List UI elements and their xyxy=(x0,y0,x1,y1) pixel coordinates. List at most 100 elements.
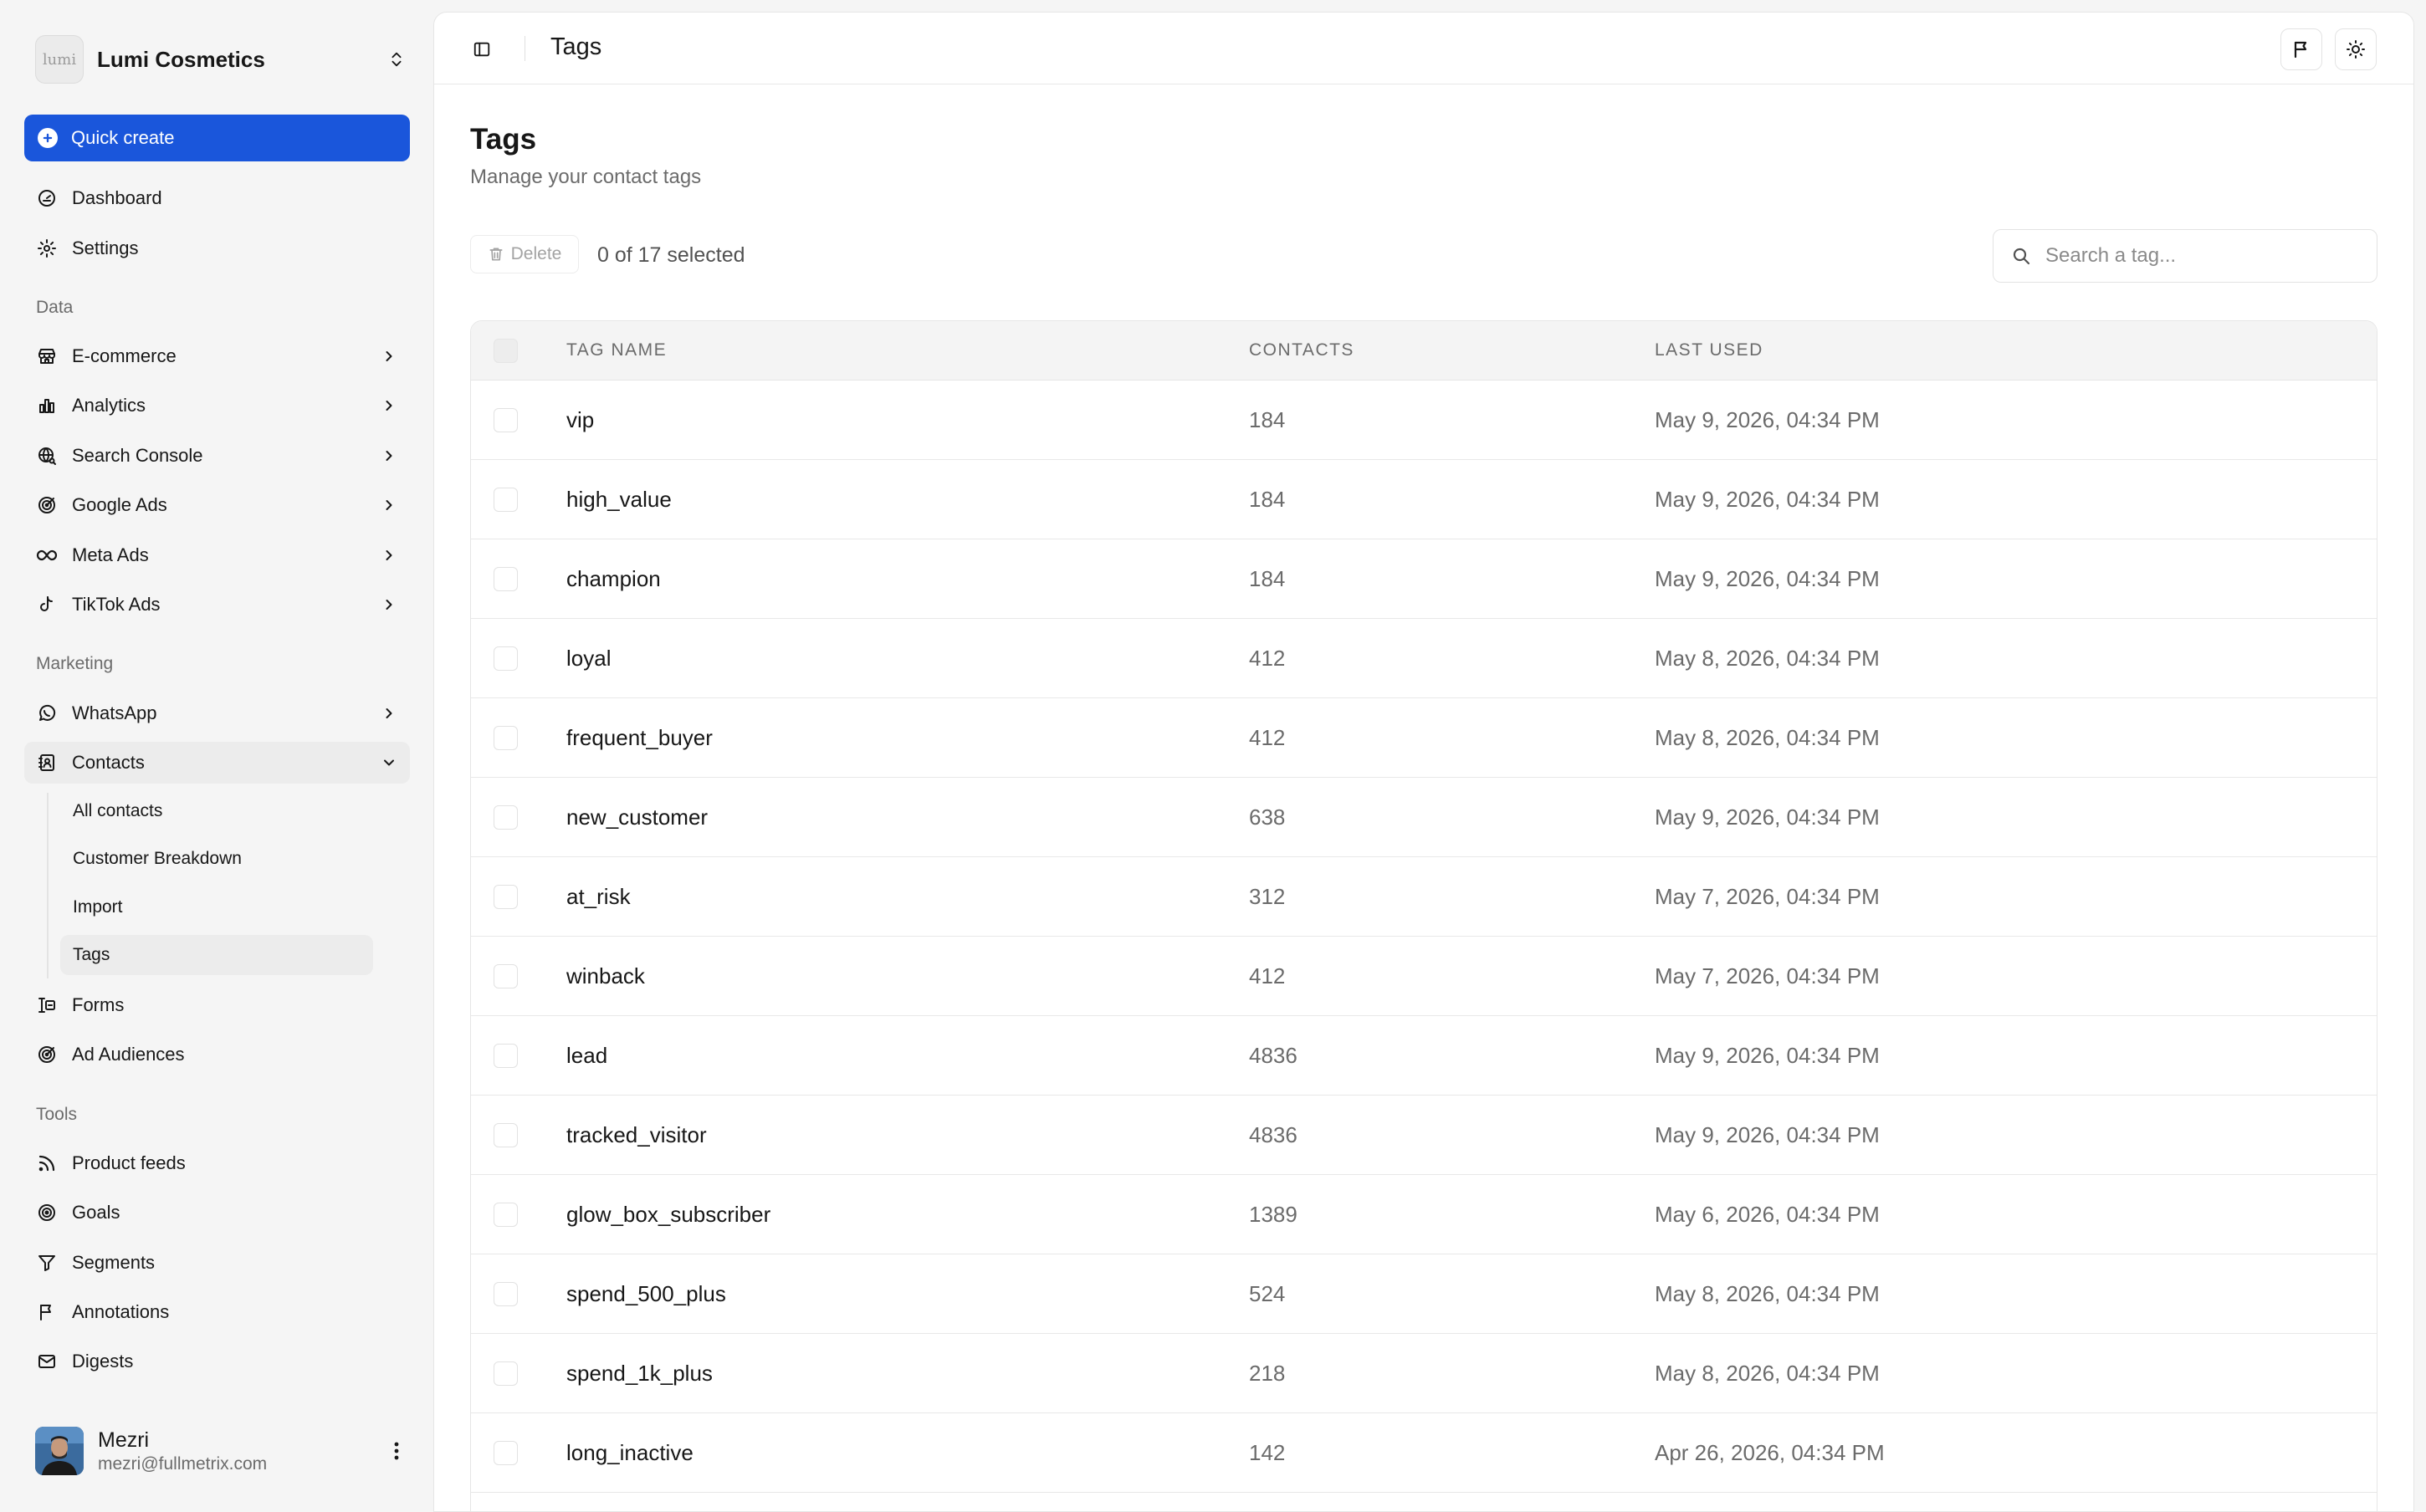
row-checkbox[interactable] xyxy=(494,726,518,750)
row-checkbox[interactable] xyxy=(494,1282,518,1306)
user-profile[interactable]: Mezri mezri@fullmetrix.com xyxy=(35,1426,412,1476)
table-row[interactable]: tracked_visitor 4836 May 9, 2026, 04:34 PM xyxy=(471,1096,2377,1175)
search-input[interactable] xyxy=(2045,244,2347,268)
avatar xyxy=(35,1427,84,1475)
org-logo: lumi xyxy=(35,35,84,84)
tag-last-used: May 8, 2026, 04:34 PM xyxy=(1655,725,1880,750)
sidebar-item-label: Product feeds xyxy=(72,1152,186,1173)
column-header-last-used[interactable]: LAST USED xyxy=(1655,340,1763,360)
table-row[interactable]: loyal 412 May 8, 2026, 04:34 PM xyxy=(471,619,2377,698)
row-checkbox[interactable] xyxy=(494,805,518,830)
sidebar-item-annotations[interactable]: Annotations xyxy=(24,1291,410,1333)
sidebar-subitem-customer-breakdown[interactable]: Customer Breakdown xyxy=(60,839,373,879)
mail-icon xyxy=(36,1351,58,1372)
chevron-right-icon xyxy=(376,701,402,726)
tag-contacts-count: 524 xyxy=(1249,1281,1286,1306)
more-vertical-icon[interactable] xyxy=(381,1436,412,1466)
sidebar-item-product-feeds[interactable]: Product feeds xyxy=(24,1142,410,1184)
org-switcher[interactable]: lumi Lumi Cosmetics xyxy=(35,35,412,84)
feedback-button[interactable] xyxy=(2280,28,2322,70)
sidebar-item-digests[interactable]: Digests xyxy=(24,1341,410,1382)
row-checkbox[interactable] xyxy=(494,408,518,432)
delete-button[interactable]: Delete xyxy=(470,235,579,273)
sidebar-item-whatsapp[interactable]: WhatsApp xyxy=(24,692,410,734)
contact-book-icon xyxy=(36,752,58,774)
sidebar-item-forms[interactable]: Forms xyxy=(24,984,410,1026)
row-checkbox[interactable] xyxy=(494,964,518,988)
sidebar-item-dashboard[interactable]: Dashboard xyxy=(24,177,410,219)
sidebar-subitem-all-contacts[interactable]: All contacts xyxy=(60,791,373,831)
sidebar-subitem-import[interactable]: Import xyxy=(60,887,373,927)
sidebar-item-label: Google Ads xyxy=(72,494,167,515)
gear-icon xyxy=(36,238,58,259)
row-checkbox[interactable] xyxy=(494,1203,518,1227)
table-row[interactable]: long_inactive 142 Apr 26, 2026, 04:34 PM xyxy=(471,1413,2377,1493)
table-row[interactable]: spend_500_plus 524 May 8, 2026, 04:34 PM xyxy=(471,1254,2377,1334)
music-note-icon xyxy=(36,594,58,616)
plus-circle-icon xyxy=(38,128,58,148)
sidebar-item-goals[interactable]: Goals xyxy=(24,1192,410,1234)
gauge-icon xyxy=(36,187,58,209)
chevron-down-icon xyxy=(376,750,402,775)
section-label-marketing: Marketing xyxy=(36,654,114,673)
sidebar-item-google-ads[interactable]: Google Ads xyxy=(24,484,410,526)
table-row[interactable]: at_risk 312 May 7, 2026, 04:34 PM xyxy=(471,857,2377,937)
row-checkbox[interactable] xyxy=(494,1123,518,1147)
sidebar-item-ad-audiences[interactable]: Ad Audiences xyxy=(24,1034,410,1075)
sidebar-toggle-icon[interactable] xyxy=(468,35,496,64)
table-row[interactable]: lead 4836 May 9, 2026, 04:34 PM xyxy=(471,1016,2377,1096)
table-row[interactable]: winback 412 May 7, 2026, 04:34 PM xyxy=(471,937,2377,1016)
tag-name: frequent_buyer xyxy=(566,725,713,750)
search-box[interactable] xyxy=(1993,229,2377,283)
quick-create-label: Quick create xyxy=(71,127,175,148)
row-checkbox[interactable] xyxy=(494,488,518,512)
table-row[interactable]: glow_box_subscriber 1389 May 6, 2026, 04:3… xyxy=(471,1175,2377,1254)
sidebar-item-tiktok-ads[interactable]: TikTok Ads xyxy=(24,584,410,626)
table-row[interactable]: champion 184 May 9, 2026, 04:34 PM xyxy=(471,539,2377,619)
tag-name: tracked_visitor xyxy=(566,1122,707,1147)
sidebar-item-meta-ads[interactable]: Meta Ads xyxy=(24,534,410,576)
tag-last-used: May 9, 2026, 04:34 PM xyxy=(1655,1043,1880,1068)
sidebar-item-search-console[interactable]: Search Console xyxy=(24,435,410,477)
tag-name: long_inactive xyxy=(566,1440,694,1465)
row-checkbox[interactable] xyxy=(494,567,518,591)
tag-contacts-count: 412 xyxy=(1249,646,1286,671)
select-all-checkbox[interactable] xyxy=(494,339,518,363)
user-email: mezri@fullmetrix.com xyxy=(98,1453,268,1474)
user-name: Mezri xyxy=(98,1428,150,1452)
table-row[interactable]: vip 184 May 9, 2026, 04:34 PM xyxy=(471,381,2377,460)
sidebar-item-ecommerce[interactable]: E-commerce xyxy=(24,335,410,377)
bar-chart-icon xyxy=(36,395,58,416)
sidebar-subitem-tags[interactable]: Tags xyxy=(60,935,373,975)
row-checkbox[interactable] xyxy=(494,1044,518,1068)
tag-contacts-count: 184 xyxy=(1249,407,1286,432)
quick-create-button[interactable]: Quick create xyxy=(24,115,410,161)
theme-toggle-button[interactable] xyxy=(2335,28,2377,70)
table-row[interactable]: spend_1k_plus 218 May 8, 2026, 04:34 PM xyxy=(471,1334,2377,1413)
sidebar-item-segments[interactable]: Segments xyxy=(24,1242,410,1284)
sidebar-item-settings[interactable]: Settings xyxy=(24,227,410,269)
table-row[interactable]: new_customer 638 May 9, 2026, 04:34 PM xyxy=(471,778,2377,857)
tag-last-used: Apr 26, 2026, 04:34 PM xyxy=(1655,1440,1885,1465)
sidebar-item-label: Search Console xyxy=(72,445,203,466)
tag-last-used: May 8, 2026, 04:34 PM xyxy=(1655,646,1880,671)
column-header-contacts[interactable]: CONTACTS xyxy=(1249,340,1354,360)
row-checkbox[interactable] xyxy=(494,1361,518,1386)
chevron-right-icon xyxy=(376,443,402,468)
sidebar-item-contacts[interactable]: Contacts xyxy=(24,742,410,784)
section-label-data: Data xyxy=(36,298,74,317)
funnel-icon xyxy=(36,1252,58,1274)
goal-icon xyxy=(36,1202,58,1223)
column-header-tag-name[interactable]: TAG NAME xyxy=(566,340,667,360)
row-checkbox[interactable] xyxy=(494,885,518,909)
selection-count: 0 of 17 selected xyxy=(597,243,745,267)
row-checkbox[interactable] xyxy=(494,1441,518,1465)
table-row[interactable]: frequent_buyer 412 May 8, 2026, 04:34 PM xyxy=(471,698,2377,778)
table-row[interactable]: high_value 184 May 9, 2026, 04:34 PM xyxy=(471,460,2377,539)
chat-bubble-icon xyxy=(36,702,58,724)
tag-contacts-count: 4836 xyxy=(1249,1122,1297,1147)
form-icon xyxy=(36,994,58,1016)
sidebar-item-analytics[interactable]: Analytics xyxy=(24,385,410,427)
rss-icon xyxy=(36,1152,58,1174)
row-checkbox[interactable] xyxy=(494,646,518,671)
